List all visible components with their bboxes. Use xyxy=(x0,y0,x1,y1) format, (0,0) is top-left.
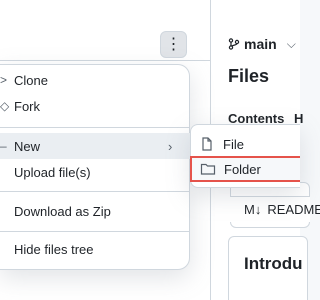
branch-icon xyxy=(228,38,240,50)
clone-icon: > xyxy=(0,73,8,87)
menu-item-label: Clone xyxy=(14,72,48,88)
menu-item-download-zip[interactable]: Download as Zip xyxy=(0,198,190,224)
menu-item-clone[interactable]: > Clone xyxy=(0,67,190,93)
readme-label: README xyxy=(267,202,320,217)
submenu-item-label: Folder xyxy=(224,161,261,177)
readme-heading: Introdu xyxy=(244,254,303,273)
branch-name: main xyxy=(244,36,277,52)
menu-separator xyxy=(0,191,190,192)
more-options-menu: > Clone ◇ Fork – New › Upload file(s) Do… xyxy=(0,64,190,270)
file-icon xyxy=(202,137,212,151)
plus-icon: – xyxy=(0,139,7,153)
menu-item-label: Fork xyxy=(14,98,40,114)
menu-item-fork[interactable]: ◇ Fork xyxy=(0,93,190,119)
page-title: Files xyxy=(228,66,270,86)
chevron-right-icon: › xyxy=(168,138,173,154)
readme-tab[interactable]: M↓ README xyxy=(230,196,320,222)
branch-selector[interactable]: main ⌵ xyxy=(228,36,296,52)
menu-separator xyxy=(0,127,190,128)
menu-item-label: Upload file(s) xyxy=(14,164,91,180)
submenu-item-file[interactable]: File xyxy=(199,131,301,157)
markdown-icon: M↓ xyxy=(244,202,262,217)
chevron-down-icon: ⌵ xyxy=(286,36,296,51)
submenu-item-folder[interactable]: Folder xyxy=(190,156,300,182)
menu-separator xyxy=(0,231,190,232)
divider xyxy=(0,60,218,61)
menu-item-label: Hide files tree xyxy=(14,241,94,257)
menu-item-label: New xyxy=(14,138,41,154)
more-options-button[interactable]: ⋮ xyxy=(160,31,187,58)
fork-icon: ◇ xyxy=(0,99,10,113)
menu-item-label: Download as Zip xyxy=(14,203,111,219)
menu-item-new[interactable]: – New › xyxy=(0,133,190,159)
kebab-icon: ⋮ xyxy=(165,35,182,53)
folder-icon xyxy=(200,163,216,175)
menu-item-upload[interactable]: Upload file(s) xyxy=(0,159,190,185)
submenu-item-label: File xyxy=(223,136,244,152)
menu-item-hide-tree[interactable]: Hide files tree xyxy=(0,236,190,262)
